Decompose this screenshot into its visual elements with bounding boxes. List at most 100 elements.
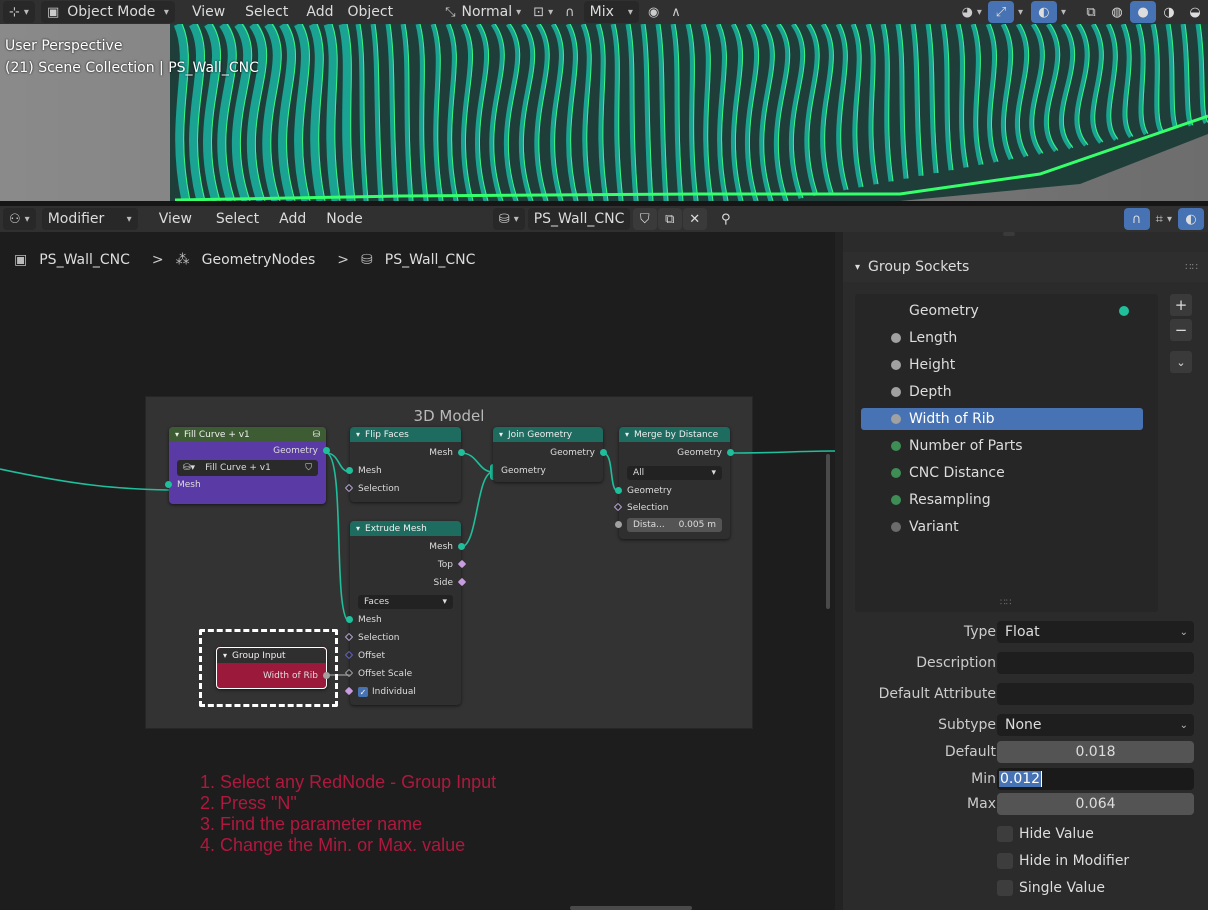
max-value-field[interactable]: 0.064 [997,793,1194,815]
input-socket[interactable] [346,616,353,623]
node-group-name-field[interactable]: PS_Wall_CNC [527,208,630,230]
node-merge-by-distance[interactable]: ▾ Merge by Distance Geometry All ▾ Geometr… [613,427,734,539]
visibility-dropdown[interactable]: ◕ ▾ [956,1,988,23]
menu-add[interactable]: Add [300,1,339,23]
list-item-selected[interactable]: Width of Rib [861,408,1143,430]
breadcrumb-modifier[interactable]: GeometryNodes [202,252,316,268]
hide-value-checkbox[interactable]: Hide Value [997,824,1094,844]
extrude-mode-dropdown[interactable]: Faces ▾ [358,595,453,609]
collapse-icon[interactable]: ▾ [175,430,179,439]
node-extrude-mesh[interactable]: ▾ Extrude Mesh Mesh Top Side Faces ▾ Mesh … [344,521,467,705]
add-socket-button[interactable]: + [1170,294,1192,316]
orientation-dropdown[interactable]: ⤡ Normal ▾ [439,1,527,23]
snap-mode-dropdown[interactable]: Mix ▾ [583,1,639,23]
pin-button[interactable]: ⚲ [713,208,739,230]
list-item[interactable]: Resampling [861,489,1143,511]
output-socket[interactable] [727,449,734,456]
collapse-icon[interactable]: ▾ [223,651,227,660]
list-item[interactable]: Geometry [861,300,1143,322]
gizmo-toggle[interactable]: ⤢ [987,1,1014,23]
list-item[interactable]: Height [861,354,1143,376]
xray-toggle[interactable]: ⧉ [1078,1,1104,23]
sidebar-scroll-handle[interactable] [1003,232,1015,236]
list-resize-handle-icon[interactable]: ∷∷ [1000,598,1011,608]
vertical-scrollbar[interactable] [826,454,830,609]
node-menu-add[interactable]: Add [273,208,312,230]
node-group-selector[interactable]: ⛁▾ Fill Curve + v1 ⛉ [177,460,318,476]
single-value-checkbox[interactable]: Single Value [997,878,1105,898]
checkmark-icon[interactable]: ✓ [358,687,368,697]
input-socket[interactable] [165,481,172,488]
type-dropdown[interactable]: Float ⌄ [997,621,1194,643]
hide-in-modifier-checkbox[interactable]: Hide in Modifier [997,851,1129,871]
node-snap-target-dropdown[interactable]: ⌗ ▾ [1150,208,1178,230]
breadcrumb-object[interactable]: PS_Wall_CNC [39,252,130,268]
input-socket[interactable] [346,467,353,474]
drag-handle-icon[interactable]: ∷∷ [1185,262,1198,273]
node-header[interactable]: ▾ Flip Faces [350,427,461,442]
output-socket[interactable] [323,672,330,679]
node-header[interactable]: ▾ Fill Curve + v1 ⛁ [169,427,326,442]
node-header[interactable]: ▾ Join Geometry [493,427,603,442]
node-header[interactable]: ▾ Extrude Mesh [350,521,461,536]
shading-rendered[interactable]: ◒ [1182,1,1208,23]
3d-viewport[interactable]: User Perspective (21) Scene Collection |… [0,24,1208,201]
input-socket[interactable] [615,521,622,528]
collapse-icon[interactable]: ▾ [625,430,629,439]
node-editor-canvas[interactable]: ▣ PS_Wall_CNC > ⁂ GeometryNodes > ⛁ PS_W… [0,232,835,910]
output-socket[interactable] [323,447,330,454]
node-snap-toggle[interactable]: ∩ [1123,208,1150,230]
output-socket[interactable] [458,543,465,550]
description-input[interactable] [997,652,1194,674]
shading-wireframe[interactable]: ◍ [1104,1,1130,23]
socket-specials-button[interactable]: ⌄ [1170,351,1192,373]
menu-view[interactable]: View [186,1,231,23]
list-item[interactable]: CNC Distance [861,462,1143,484]
min-value-input[interactable]: 0.012 [997,768,1194,790]
group-sockets-list[interactable]: Geometry Length Height Depth Width of Ri… [855,294,1158,612]
menu-select[interactable]: Select [239,1,294,23]
node-join-geometry[interactable]: ▾ Join Geometry Geometry Geometry [493,427,607,482]
checkbox-box[interactable] [997,826,1013,842]
node-editor-type-button[interactable]: ⚇ ▾ [3,208,36,230]
collapse-icon[interactable]: ▾ [356,524,360,533]
remove-socket-button[interactable]: − [1170,319,1192,341]
fake-user-toggle[interactable]: ⛉ [632,208,657,230]
node-overlays-toggle[interactable]: ◐ [1178,208,1204,230]
node-menu-select[interactable]: Select [210,208,265,230]
subtype-dropdown[interactable]: None ⌄ [997,714,1194,736]
horizontal-scrollbar[interactable] [570,906,692,910]
input-socket[interactable] [615,487,622,494]
node-fill-curve[interactable]: ▾ Fill Curve + v1 ⛁ Geometry ⛁▾ Fill Curv… [165,427,330,504]
output-socket[interactable] [458,449,465,456]
default-attribute-input[interactable] [997,683,1194,705]
list-item[interactable]: Length [861,327,1143,349]
checkbox-box[interactable] [997,880,1013,896]
duplicate-node-group-button[interactable]: ⧉ [657,208,682,230]
output-socket[interactable] [600,449,607,456]
list-item[interactable]: Variant [861,516,1143,538]
node-flip-faces[interactable]: ▾ Flip Faces Mesh Mesh Selection [344,427,465,502]
checkbox-box[interactable] [997,853,1013,869]
snap-toggle[interactable]: ∩ [559,1,581,23]
falloff-dropdown[interactable]: ∧ [665,1,687,23]
group-sockets-panel-header[interactable]: ▾ Group Sockets ∷∷ [843,252,1208,282]
merge-mode-dropdown[interactable]: All ▾ [627,466,722,480]
list-item[interactable]: Number of Parts [861,435,1143,457]
node-group-input[interactable]: ▾ Group Input Width of Rib [216,647,330,689]
collapse-icon[interactable]: ▾ [356,430,360,439]
mode-dropdown[interactable]: ▣ Object Mode ▾ [40,1,175,23]
node-group-browse-button[interactable]: ⛁ ▾ [492,208,525,230]
proportional-edit-toggle[interactable]: ◉ [642,1,665,23]
collapse-icon[interactable]: ▾ [499,430,503,439]
shading-material[interactable]: ◑ [1156,1,1182,23]
breadcrumb-node-group[interactable]: PS_Wall_CNC [385,252,476,268]
default-value-field[interactable]: 0.018 [997,741,1194,763]
distance-field[interactable]: Dista... 0.005 m [615,518,722,532]
node-header[interactable]: ▾ Merge by Distance [619,427,730,442]
menu-object[interactable]: Object [341,1,399,23]
editor-type-button[interactable]: ⊹ ▾ [3,1,35,23]
node-menu-view[interactable]: View [153,208,198,230]
node-header[interactable]: ▾ Group Input [217,648,326,663]
unlink-node-group-button[interactable]: ✕ [682,208,707,230]
